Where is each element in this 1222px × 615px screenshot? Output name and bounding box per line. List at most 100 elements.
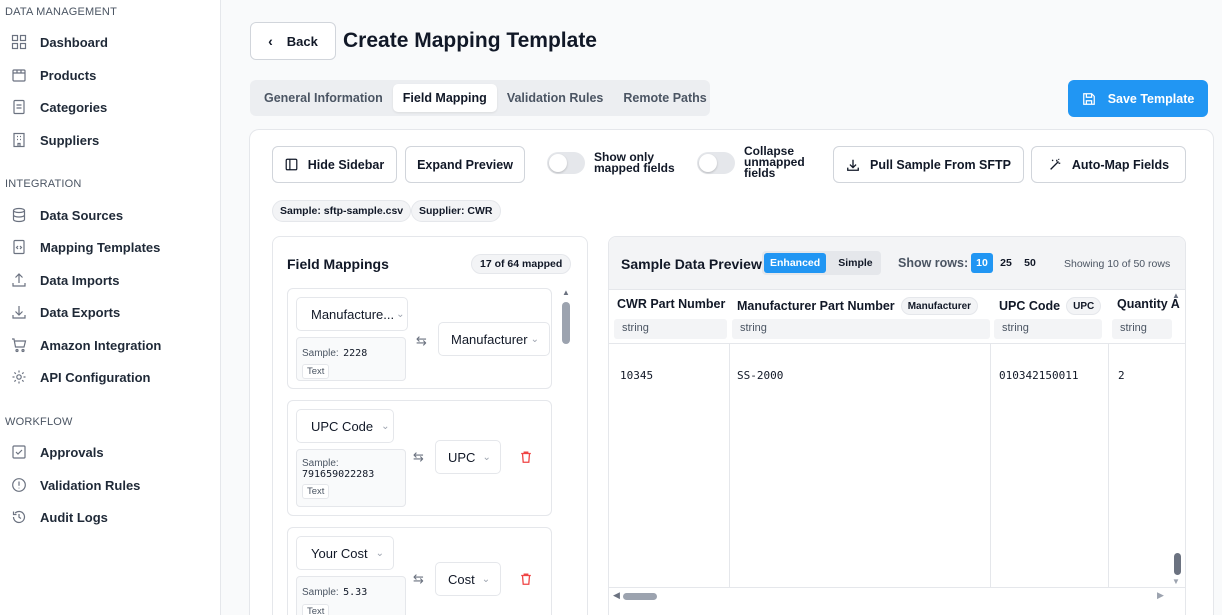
column-name: Quantity A	[1117, 297, 1180, 311]
toggle-switch[interactable]	[547, 152, 585, 174]
source-field-select[interactable]: Manufacture... ⌄	[296, 297, 408, 331]
trash-icon[interactable]	[519, 450, 533, 464]
scroll-down-arrow-icon[interactable]: ▼	[1172, 577, 1180, 586]
rows-options: 10 25 50	[971, 253, 1043, 273]
pull-sample-button[interactable]: Pull Sample From SFTP	[833, 146, 1024, 183]
sidebar-item-api-configuration[interactable]: API Configuration	[10, 365, 151, 389]
preview-title: Sample Data Preview	[621, 256, 762, 272]
sidebar-item-validation-rules[interactable]: Validation Rules	[10, 473, 140, 497]
sidebar-item-data-sources[interactable]: Data Sources	[10, 203, 123, 227]
field-mappings-title: Field Mappings	[287, 256, 389, 272]
mode-enhanced-button[interactable]: Enhanced	[764, 253, 827, 273]
tab-validation-rules[interactable]: Validation Rules	[497, 84, 614, 112]
scroll-up-arrow-icon[interactable]: ▲	[562, 288, 570, 297]
sidebar-item-label: API Configuration	[40, 369, 151, 385]
column-type: string	[1112, 319, 1172, 339]
sidebar-item-amazon-integration[interactable]: Amazon Integration	[10, 333, 161, 357]
source-field-select[interactable]: Your Cost ⌄	[296, 536, 394, 570]
checkbox-icon	[10, 443, 28, 461]
sample-value: 5.33	[343, 587, 368, 598]
rows-option-10[interactable]: 10	[971, 253, 993, 273]
sidebar-item-label: Mapping Templates	[40, 239, 161, 255]
scroll-right-arrow-icon[interactable]: ▶	[1157, 590, 1164, 601]
swap-arrows-icon: ⇆	[413, 571, 424, 586]
target-field-select[interactable]: UPC ⌄	[435, 440, 501, 474]
scroll-up-arrow-icon[interactable]: ▲	[1172, 291, 1180, 300]
mapped-field-badge: UPC	[1066, 297, 1102, 315]
swap-arrows-icon: ⇆	[413, 449, 424, 464]
preview-mode-toggle: Enhanced Simple	[762, 251, 881, 275]
hide-sidebar-button[interactable]: Hide Sidebar	[272, 146, 397, 183]
download-icon	[846, 158, 860, 172]
sidebar-item-data-exports[interactable]: Data Exports	[10, 300, 120, 324]
sample-box: Sample: 791659022283 Text	[296, 449, 406, 507]
auto-map-button[interactable]: Auto-Map Fields	[1031, 146, 1186, 183]
target-field-select[interactable]: Manufacturer ⌄	[438, 322, 550, 356]
target-field-value: Cost	[448, 571, 475, 587]
chevron-down-icon: ⌄	[381, 420, 390, 432]
table-cell: SS-2000	[737, 369, 784, 382]
source-field-select[interactable]: UPC Code ⌄	[296, 409, 394, 443]
hide-sidebar-label: Hide Sidebar	[307, 157, 385, 172]
sidebar-item-products[interactable]: Products	[10, 63, 96, 87]
scroll-left-arrow-icon[interactable]: ◀	[613, 590, 620, 601]
preview-horizontal-scrollbar[interactable]	[623, 593, 657, 600]
sidebar-item-data-imports[interactable]: Data Imports	[10, 268, 119, 292]
swap-arrows-icon: ⇆	[416, 333, 427, 348]
preview-horizontal-scroll-track	[609, 587, 1185, 605]
sidebar-item-audit-logs[interactable]: Audit Logs	[10, 505, 108, 529]
trash-icon[interactable]	[519, 572, 533, 586]
table-cell: 10345	[620, 369, 654, 382]
mapping-row: Your Cost ⌄ Sample: 5.33 Text ⇆ Cost ⌄	[287, 527, 552, 615]
sidebar-item-suppliers[interactable]: Suppliers	[10, 128, 99, 152]
show-rows-label: Show rows:	[898, 256, 969, 270]
collapse-unmapped-toggle[interactable]: Collapse unmapped fields	[697, 145, 805, 179]
sidebar-section-title-integration: INTEGRATION	[5, 178, 82, 190]
toggle-label-line: mapped fields	[594, 161, 675, 175]
column-divider	[729, 344, 730, 589]
expand-preview-label: Expand Preview	[417, 157, 513, 172]
mapped-count-badge: 17 of 64 mapped	[471, 254, 572, 274]
preview-vertical-scrollbar[interactable]	[1174, 553, 1181, 575]
sample-data-preview-panel: Sample Data Preview Enhanced Simple Show…	[608, 236, 1186, 615]
sample-box: Sample: 2228 Text	[296, 337, 406, 381]
field-mappings-panel: Field Mappings 17 of 64 mapped Manufactu…	[272, 236, 588, 615]
sample-file-chip: Sample: sftp-sample.csv	[272, 200, 412, 222]
sidebar-item-label: Suppliers	[40, 132, 100, 148]
sample-label: Sample:	[302, 458, 339, 469]
type-chip: Text	[302, 604, 330, 615]
save-template-button[interactable]: Save Template	[1068, 80, 1208, 117]
target-field-select[interactable]: Cost ⌄	[435, 562, 501, 596]
chevron-down-icon: ⌄	[375, 547, 384, 559]
table-cell: 010342150011	[999, 369, 1079, 382]
sidebar-item-dashboard[interactable]: Dashboard	[10, 30, 108, 54]
tab-remote-paths[interactable]: Remote Paths	[613, 84, 716, 112]
auto-map-label: Auto-Map Fields	[1071, 157, 1170, 172]
sidebar-item-categories[interactable]: Categories	[10, 95, 107, 119]
supplier-chip: Supplier: CWR	[411, 200, 501, 222]
sidebar-item-label: Approvals	[40, 444, 104, 460]
table-cell: 2	[1118, 369, 1125, 382]
expand-preview-button[interactable]: Expand Preview	[405, 146, 525, 183]
target-field-value: UPC	[448, 449, 476, 465]
show-only-mapped-toggle[interactable]: Show only mapped fields	[547, 151, 675, 175]
sidebar-item-mapping-templates[interactable]: Mapping Templates	[10, 235, 160, 259]
column-header-manufacturer-part-number: Manufacturer Part Number Manufacturer	[737, 297, 979, 315]
mode-simple-button[interactable]: Simple	[832, 253, 878, 273]
rows-option-50[interactable]: 50	[1019, 253, 1041, 273]
chevron-left-icon: ‹	[268, 33, 273, 49]
sample-label: Sample:	[302, 348, 339, 359]
gear-icon	[10, 368, 28, 386]
toggle-switch[interactable]	[697, 151, 735, 174]
back-button[interactable]: ‹ Back	[250, 22, 336, 60]
back-button-label: Back	[286, 33, 318, 49]
tab-field-mapping[interactable]: Field Mapping	[392, 84, 497, 112]
pull-sample-label: Pull Sample From SFTP	[870, 157, 1011, 172]
field-mappings-scrollbar[interactable]	[562, 302, 570, 344]
building-icon	[10, 131, 28, 149]
file-code-icon	[10, 238, 28, 256]
sidebar-item-label: Categories	[40, 99, 108, 115]
rows-option-25[interactable]: 25	[995, 253, 1017, 273]
sidebar-item-approvals[interactable]: Approvals	[10, 440, 104, 464]
tab-general-information[interactable]: General Information	[254, 84, 393, 112]
